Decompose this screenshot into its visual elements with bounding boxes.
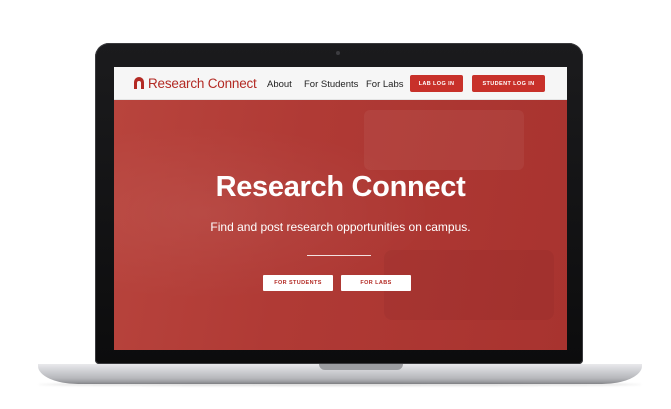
for-students-button[interactable]: FOR STUDENTS [263, 275, 333, 291]
student-login-button[interactable]: STUDENT LOG IN [472, 75, 545, 92]
laptop-notch [319, 364, 403, 370]
microscope-logo-icon [134, 77, 144, 89]
nav-link-about[interactable]: About [267, 79, 292, 90]
hero-title: Research Connect [215, 171, 466, 203]
lab-login-button[interactable]: LAB LOG IN [410, 75, 463, 92]
for-labs-button[interactable]: FOR LABS [341, 275, 411, 291]
logo[interactable]: Research Connect [132, 76, 257, 91]
hero-background-shape [364, 110, 524, 170]
navbar: Research Connect About For Students For … [114, 67, 567, 100]
webcam-icon [336, 51, 340, 55]
logo-text: Research Connect [148, 76, 257, 91]
hero-section: Research Connect Find and post research … [114, 100, 567, 350]
laptop-base [38, 364, 642, 384]
browser-screen: Research Connect About For Students For … [114, 67, 567, 350]
nav-link-for-students[interactable]: For Students [304, 79, 358, 90]
hero-subtitle: Find and post research opportunities on … [210, 220, 471, 234]
nav-link-for-labs[interactable]: For Labs [366, 79, 404, 90]
hero-divider [307, 255, 371, 256]
